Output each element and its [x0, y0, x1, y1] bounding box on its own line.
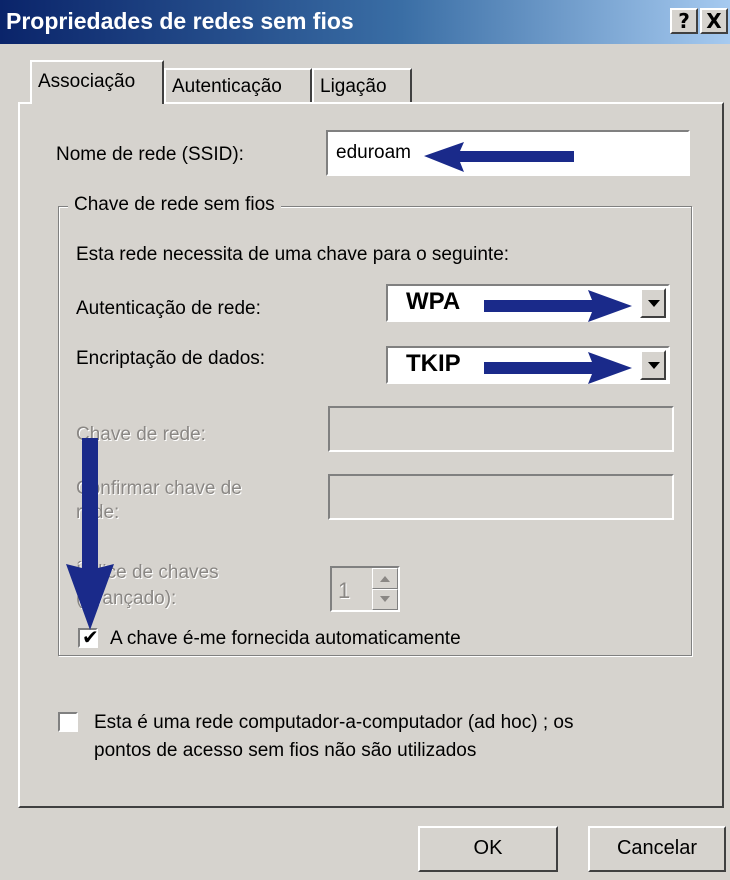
ok-button[interactable]: OK: [418, 826, 558, 872]
ssid-value: eduroam: [336, 142, 411, 163]
tab-associacao[interactable]: Associação: [30, 60, 164, 104]
encryption-select[interactable]: TKIP: [386, 346, 670, 384]
cancel-button[interactable]: Cancelar: [588, 826, 726, 872]
confirm-key-label-line2: rede:: [76, 502, 120, 523]
close-button[interactable]: X: [700, 8, 728, 34]
key-index-label-line1: Índice de chaves: [76, 562, 219, 583]
network-key-label: Chave de rede:: [76, 424, 206, 445]
title-bar[interactable]: Propriedades de redes sem fios ? X: [0, 0, 730, 44]
adhoc-label-line2: pontos de acesso sem fios não são utiliz…: [94, 740, 477, 761]
dialog-window: Propriedades de redes sem fios ? X Assoc…: [0, 0, 730, 880]
adhoc-label-line1: Esta é uma rede computador-a-computador …: [94, 712, 574, 733]
auth-value: WPA: [406, 288, 461, 315]
ssid-input[interactable]: eduroam: [326, 130, 690, 176]
key-description: Esta rede necessita de uma chave para o …: [76, 244, 510, 265]
encryption-dropdown-arrow-icon[interactable]: [640, 350, 666, 380]
encryption-value: TKIP: [406, 350, 461, 377]
tab-ligacao[interactable]: Ligação: [312, 68, 412, 104]
adhoc-checkbox[interactable]: [58, 712, 78, 732]
auto-key-checkbox[interactable]: ✔: [78, 625, 99, 649]
auth-dropdown-arrow-icon[interactable]: [640, 288, 666, 318]
ssid-label: Nome de rede (SSID):: [56, 144, 244, 165]
auto-key-label: A chave é-me fornecida automaticamente: [110, 628, 461, 649]
window-title: Propriedades de redes sem fios: [6, 8, 354, 34]
spin-up-icon[interactable]: [372, 568, 398, 589]
confirm-key-input[interactable]: [328, 474, 674, 520]
groupbox-title: Chave de rede sem fios: [68, 194, 281, 216]
network-key-input[interactable]: [328, 406, 674, 452]
auth-label: Autenticação de rede:: [76, 298, 261, 319]
spin-down-icon[interactable]: [372, 589, 398, 610]
tab-autenticacao[interactable]: Autenticação: [164, 68, 312, 104]
auth-select[interactable]: WPA: [386, 284, 670, 322]
confirm-key-label-line1: Confirmar chave de: [76, 478, 242, 499]
help-button[interactable]: ?: [670, 8, 698, 34]
encryption-label: Encriptação de dados:: [76, 348, 266, 369]
key-index-label-line2: (avançado):: [76, 588, 177, 609]
key-index-value: 1: [338, 578, 351, 603]
checkmark-icon: ✔: [82, 625, 99, 649]
